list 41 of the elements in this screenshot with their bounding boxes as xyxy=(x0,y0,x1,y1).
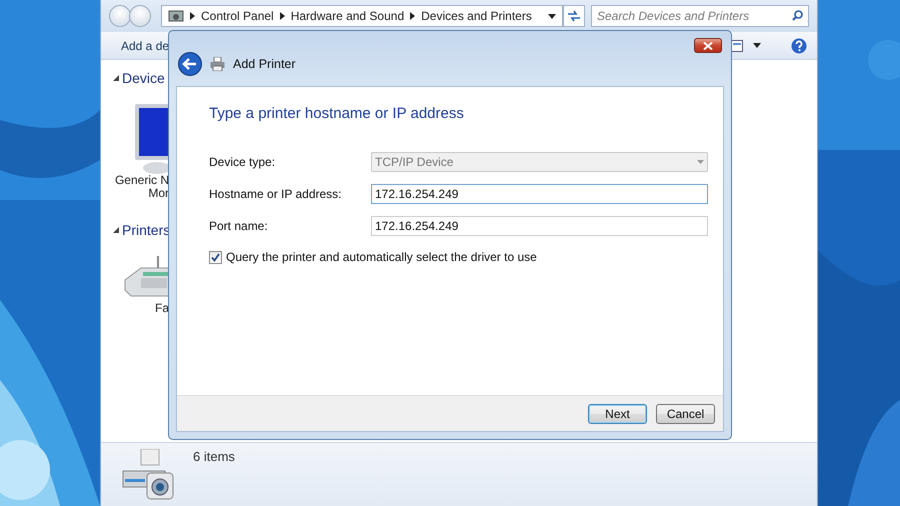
expanded-triangle-icon[interactable] xyxy=(113,75,119,81)
dropdown-caret-icon xyxy=(697,160,704,164)
field-label: Device type: xyxy=(209,155,276,169)
toolbar-button[interactable]: Add a de xyxy=(121,38,170,52)
chevron-icon xyxy=(190,12,195,20)
field-label: Port name: xyxy=(209,219,269,233)
device-label: Fa xyxy=(154,302,169,315)
expanded-triangle-icon[interactable] xyxy=(113,227,119,233)
view-icon[interactable] xyxy=(731,40,743,52)
device-label: Mor xyxy=(148,187,169,200)
dialog-button[interactable]: Next xyxy=(588,404,647,424)
page-heading: Type a printer hostname or IP address xyxy=(209,105,465,122)
search-field[interactable]: Search Devices and Printers xyxy=(591,5,809,27)
help-icon[interactable] xyxy=(791,38,807,54)
device-label: Generic N xyxy=(114,174,169,187)
close-button[interactable] xyxy=(694,38,722,53)
text-field[interactable]: 172.16.254.249 xyxy=(371,184,708,204)
breadcrumb[interactable]: Hardware and Sound xyxy=(290,9,404,23)
monitor-icon xyxy=(133,104,169,174)
chevron-icon xyxy=(410,12,416,20)
dialog-button[interactable]: Cancel xyxy=(656,404,715,424)
group-header[interactable]: Device xyxy=(113,70,169,86)
dropdown-caret-icon[interactable] xyxy=(548,14,556,18)
checkbox-label: Query the printer and automatically select the driver to use xyxy=(226,250,537,264)
back-arrow-button[interactable] xyxy=(178,52,202,76)
dropdown-caret-icon[interactable] xyxy=(753,43,761,48)
breadcrumb[interactable]: Devices and Printers xyxy=(421,9,532,23)
item-count: 6 items xyxy=(193,449,235,466)
chevron-icon xyxy=(280,12,285,20)
checkbox[interactable] xyxy=(209,250,222,264)
group-header[interactable]: Printers xyxy=(113,222,169,238)
breadcrumb[interactable]: Control Panel xyxy=(201,9,274,23)
text-field[interactable]: 172.16.254.249 xyxy=(371,216,708,236)
field-label: Hostname or IP address: xyxy=(209,187,343,201)
printer-icon xyxy=(210,56,225,70)
search-icon xyxy=(792,10,803,21)
refresh-button[interactable] xyxy=(563,5,585,27)
address-bar[interactable]: Control Panel Hardware and Sound Devices and Printers xyxy=(161,5,563,27)
dialog-title: Add Printer xyxy=(233,56,296,70)
refresh-icon xyxy=(567,10,581,22)
close-icon xyxy=(703,42,713,50)
